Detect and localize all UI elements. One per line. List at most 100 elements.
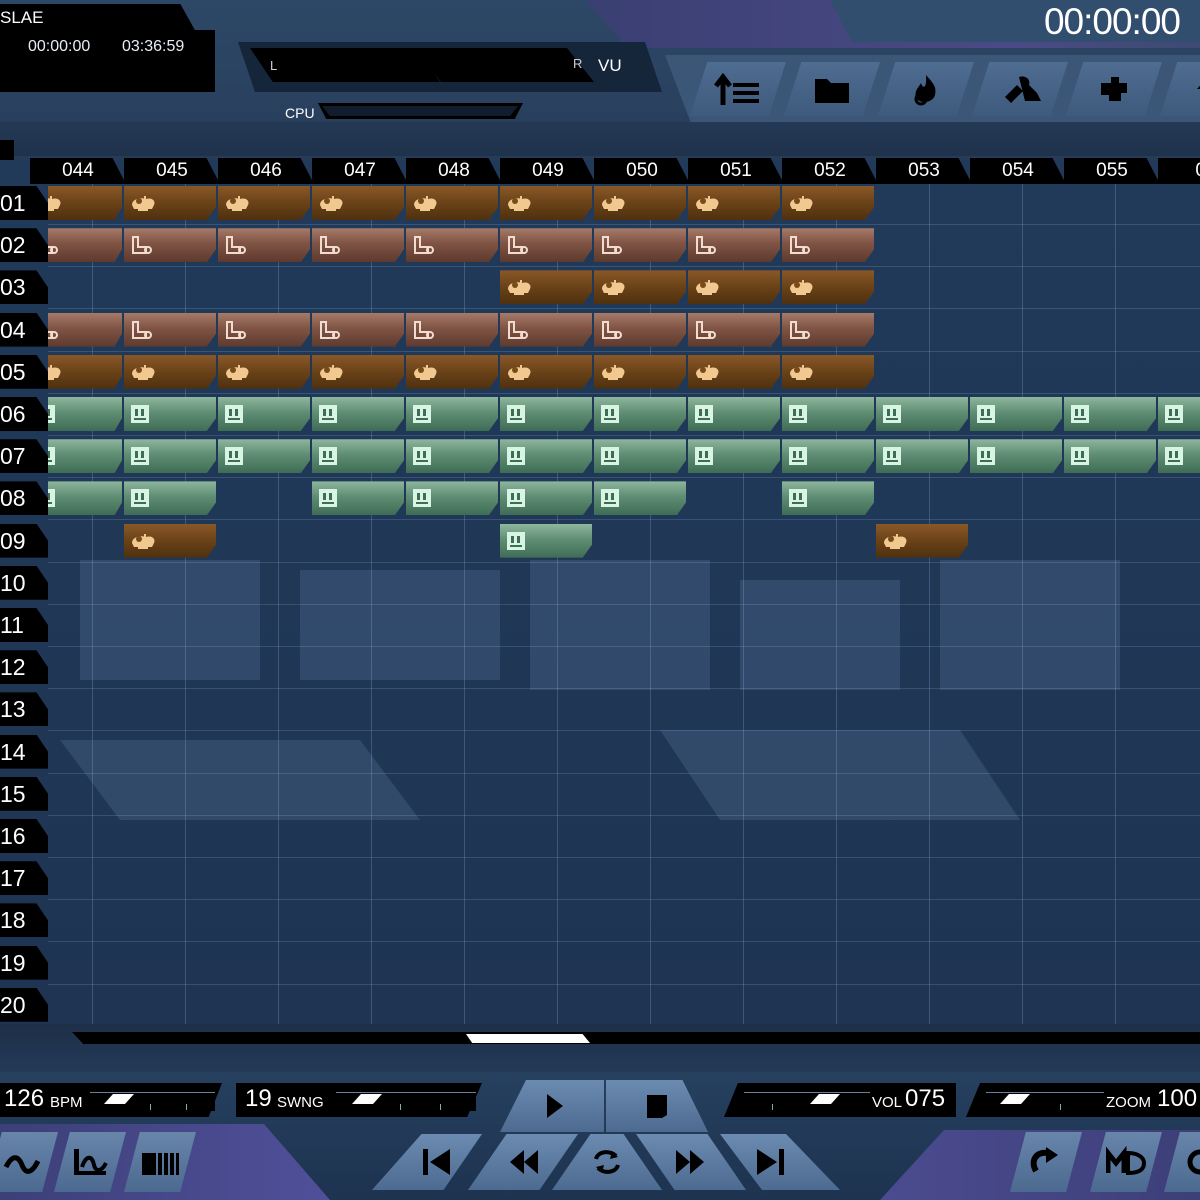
pattern-clip[interactable] — [312, 481, 404, 516]
pattern-clip[interactable] — [500, 397, 592, 431]
column-header[interactable]: 048 — [406, 158, 502, 184]
pattern-clip[interactable] — [1064, 439, 1156, 474]
pattern-clip[interactable] — [218, 397, 310, 431]
pattern-clip[interactable] — [124, 354, 216, 389]
pattern-clip[interactable] — [218, 354, 310, 389]
pattern-clip[interactable] — [218, 439, 310, 474]
pattern-clip[interactable] — [688, 186, 780, 220]
pattern-clip[interactable] — [312, 354, 404, 389]
horizontal-scrollbar[interactable] — [72, 1032, 1200, 1044]
pattern-clip[interactable] — [124, 439, 216, 474]
column-header[interactable]: 052 — [782, 158, 878, 184]
pattern-clip[interactable] — [594, 354, 686, 389]
column-header[interactable]: 045 — [124, 158, 220, 184]
pattern-clip[interactable] — [876, 397, 968, 431]
column-header[interactable]: 046 — [218, 158, 314, 184]
swing-value[interactable]: 19 — [245, 1085, 272, 1113]
pattern-clip[interactable] — [594, 481, 686, 516]
pattern-clip[interactable] — [124, 523, 216, 558]
pattern-clip[interactable] — [218, 186, 310, 220]
pattern-clip[interactable] — [1158, 397, 1200, 431]
pattern-clip[interactable] — [312, 186, 404, 220]
pattern-clip[interactable] — [782, 228, 874, 263]
column-header[interactable]: 049 — [500, 158, 596, 184]
pattern-clip[interactable] — [406, 439, 498, 474]
pattern-clip[interactable] — [406, 481, 498, 516]
pattern-clip[interactable] — [688, 270, 780, 305]
pattern-clip[interactable] — [688, 228, 780, 263]
pattern-clip[interactable] — [594, 186, 686, 220]
pattern-clip[interactable] — [406, 228, 498, 263]
pattern-clip[interactable] — [594, 312, 686, 347]
pattern-clip[interactable] — [500, 481, 592, 516]
column-header[interactable]: 053 — [876, 158, 972, 184]
column-header[interactable]: 044 — [30, 158, 126, 184]
pattern-clip[interactable] — [688, 397, 780, 431]
pattern-clip[interactable] — [500, 354, 592, 389]
pattern-clip[interactable] — [312, 312, 404, 347]
pattern-clip[interactable] — [688, 439, 780, 474]
bpm-value[interactable]: 126 — [4, 1085, 44, 1113]
column-header[interactable]: 051 — [688, 158, 784, 184]
pattern-clip[interactable] — [124, 312, 216, 347]
pattern-clip[interactable] — [500, 312, 592, 347]
column-header[interactable]: 05 — [1158, 158, 1200, 184]
pattern-clip[interactable] — [48, 397, 122, 431]
pattern-clip[interactable] — [500, 523, 592, 558]
volume-value[interactable]: 075 — [905, 1085, 945, 1113]
pattern-clip[interactable] — [876, 523, 968, 558]
pattern-clip[interactable] — [48, 228, 122, 263]
column-header[interactable]: 055 — [1064, 158, 1160, 184]
song-name-tab[interactable]: SLAE — [0, 4, 196, 32]
volume-slider[interactable] — [744, 1092, 870, 1111]
pattern-clip[interactable] — [782, 270, 874, 305]
pattern-clip[interactable] — [782, 439, 874, 474]
background-logo — [60, 560, 1120, 820]
row-divider — [48, 435, 1200, 436]
pattern-clip[interactable] — [406, 186, 498, 220]
pattern-clip[interactable] — [48, 439, 122, 474]
pattern-clip[interactable] — [500, 439, 592, 474]
pattern-clip[interactable] — [500, 186, 592, 220]
pattern-clip[interactable] — [594, 228, 686, 263]
pattern-clip[interactable] — [782, 312, 874, 347]
pattern-clip[interactable] — [782, 354, 874, 389]
pattern-clip[interactable] — [312, 439, 404, 474]
pattern-clip[interactable] — [48, 354, 122, 389]
pattern-clip[interactable] — [218, 312, 310, 347]
pattern-clip[interactable] — [594, 397, 686, 431]
pattern-clip[interactable] — [124, 228, 216, 263]
zoom-value[interactable]: 100 — [1157, 1085, 1197, 1113]
pattern-clip[interactable] — [594, 439, 686, 474]
column-header[interactable]: 047 — [312, 158, 408, 184]
pattern-clip[interactable] — [124, 397, 216, 431]
pattern-clip[interactable] — [500, 228, 592, 263]
pattern-clip[interactable] — [406, 354, 498, 389]
pattern-clip[interactable] — [48, 481, 122, 516]
pattern-clip[interactable] — [48, 312, 122, 347]
pattern-clip[interactable] — [594, 270, 686, 305]
pattern-clip[interactable] — [876, 439, 968, 474]
pattern-clip[interactable] — [406, 312, 498, 347]
pattern-clip[interactable] — [688, 354, 780, 389]
pattern-clip[interactable] — [312, 397, 404, 431]
scrollbar-thumb[interactable] — [466, 1034, 590, 1043]
pattern-clip[interactable] — [500, 270, 592, 305]
pattern-clip[interactable] — [970, 397, 1062, 431]
pattern-clip[interactable] — [1064, 397, 1156, 431]
pattern-clip[interactable] — [124, 186, 216, 220]
pattern-clip[interactable] — [312, 228, 404, 263]
pattern-clip[interactable] — [782, 481, 874, 516]
pattern-clip[interactable] — [688, 312, 780, 347]
pattern-clip[interactable] — [48, 186, 122, 220]
column-header[interactable]: 054 — [970, 158, 1066, 184]
pattern-clip[interactable] — [782, 186, 874, 220]
pattern-clip[interactable] — [782, 397, 874, 431]
pattern-clip[interactable] — [970, 439, 1062, 474]
pattern-clip[interactable] — [124, 481, 216, 516]
pattern-clip[interactable] — [218, 228, 310, 263]
pattern-clip[interactable] — [1158, 439, 1200, 474]
drum-icon — [790, 196, 813, 211]
column-header[interactable]: 050 — [594, 158, 690, 184]
pattern-clip[interactable] — [406, 397, 498, 431]
